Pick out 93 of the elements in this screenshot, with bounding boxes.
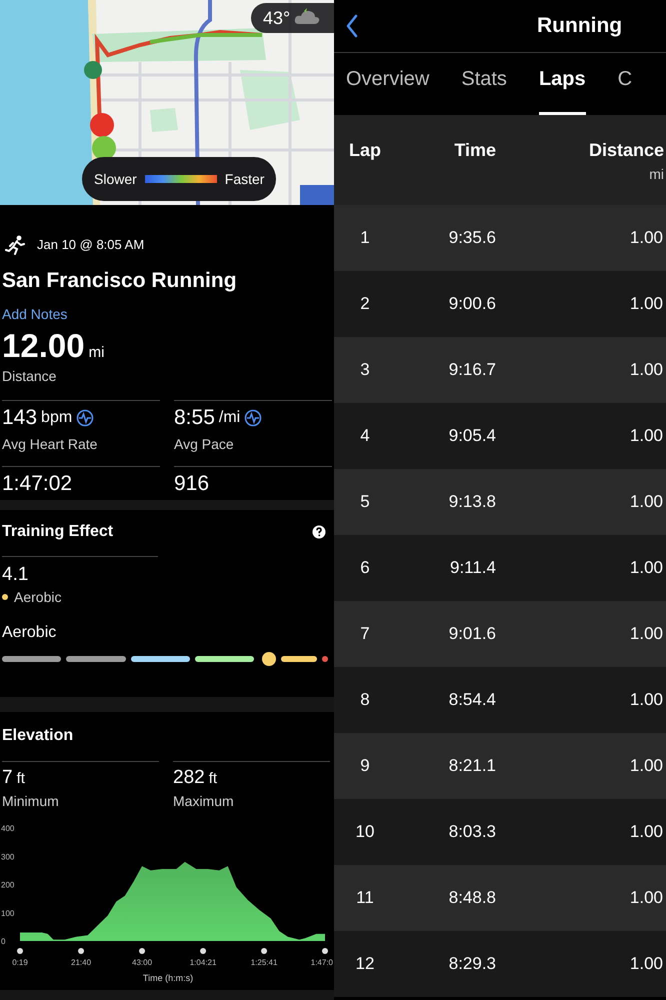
tick-label: 400	[1, 824, 14, 833]
table-cell-text: 10	[354, 821, 376, 844]
activity-date: Jan 10 @ 8:05 AM	[37, 236, 144, 254]
stat-value: 282	[173, 768, 205, 787]
unit-text: ft	[16, 771, 25, 786]
legend-label: Faster	[224, 170, 264, 188]
table-cell-text: 7	[359, 623, 371, 646]
tick-label: 0	[1, 937, 6, 946]
screen-title: Running	[537, 13, 622, 40]
section-title: Training Effect	[2, 522, 114, 542]
table-cell-text: 1.00	[628, 821, 664, 844]
table-cell-text: 8:29.3	[448, 953, 496, 976]
tick-label: 100	[1, 908, 14, 918]
tab[interactable]: C	[618, 64, 632, 115]
stat-label: Minimum	[2, 792, 60, 811]
table-cell-text: 8:48.8	[448, 887, 496, 910]
stat-value: 916	[174, 473, 210, 494]
tick-dot	[139, 948, 146, 954]
tab[interactable]: Stats	[461, 64, 507, 115]
table-cell-text: 1.00	[628, 755, 664, 778]
table-cell-text: 3	[359, 359, 371, 382]
stat-label: Maximum	[173, 792, 235, 811]
tab[interactable]: Overview	[346, 64, 430, 115]
table-cell-text: 8:21.1	[448, 755, 496, 778]
tick-label: 1:47:0	[310, 958, 333, 967]
column-header: Distance	[588, 139, 664, 162]
column-header: Lap	[348, 139, 382, 162]
column-header: Time	[453, 139, 496, 162]
tick-dot	[200, 948, 206, 954]
table-cell-text: 1.00	[628, 359, 664, 382]
effect-value: 4.1	[2, 563, 30, 587]
tick-label: 43:00	[132, 958, 152, 967]
unit-text: /mi	[218, 410, 240, 426]
table-cell-text: 1.00	[628, 887, 664, 910]
axis-title: Time (h:m:s)	[142, 973, 194, 983]
stat-value: 8:55	[174, 407, 215, 428]
table-cell-text: 9:00.6	[448, 293, 496, 316]
tick-label: 21:40	[71, 958, 92, 967]
table-cell-text: 9:35.6	[448, 227, 496, 250]
back-icon[interactable]	[345, 14, 359, 38]
stat-label: Avg Pace	[174, 435, 235, 454]
tick-dot	[78, 948, 84, 954]
table-cell-text: 1.00	[628, 491, 664, 514]
tick-dot	[261, 948, 268, 954]
table-cell-text: 12	[354, 953, 376, 976]
table-cell-text: 9	[359, 755, 371, 778]
tick-label: 200	[1, 880, 14, 890]
table-cell-text: 4	[359, 425, 371, 448]
table-cell-text: 2	[359, 293, 371, 316]
stat-value: 7	[2, 768, 13, 787]
table-cell-text: 1.00	[628, 953, 664, 976]
table-cell-text: 9:11.4	[448, 557, 496, 580]
unit-text: mi	[648, 165, 664, 184]
unit-text: bpm	[41, 410, 72, 426]
table-cell-text: 1.00	[628, 623, 664, 646]
unit-text: mi	[88, 345, 104, 360]
table-cell-text: 11	[355, 887, 375, 910]
tick-label: 1:04:21	[190, 958, 216, 967]
add-notes-link[interactable]: Add Notes	[2, 304, 68, 326]
table-cell-text: 8:03.3	[448, 821, 496, 844]
table-cell-text: 9:16.7	[448, 359, 496, 382]
temperature-text: 43°	[263, 6, 290, 30]
stat-label: Distance	[2, 367, 58, 386]
table-cell-text: 1.00	[628, 227, 664, 250]
stat-value: 1:47:02	[2, 473, 72, 494]
tick-label: 0:19	[12, 958, 28, 967]
legend-label: Slower	[94, 170, 137, 188]
tick-label: 300	[1, 852, 14, 862]
table-cell-text: 8	[359, 689, 371, 712]
stat-label: Avg Heart Rate	[2, 435, 98, 454]
help-icon	[312, 525, 326, 539]
table-cell-text: 9:01.6	[448, 623, 496, 646]
tick-dot	[17, 948, 23, 954]
unit-text: ft	[208, 771, 218, 786]
table-cell-text: 1.00	[628, 557, 664, 580]
table-cell-text: 6	[359, 557, 371, 580]
table-cell-text: 1.00	[628, 293, 664, 316]
stat-value: 143	[2, 407, 38, 428]
tick-label: 1:25:41	[250, 958, 278, 967]
table-cell-text: 5	[359, 491, 371, 514]
tick-dot	[322, 948, 328, 954]
table-cell-text: 1.00	[628, 425, 664, 448]
table-cell-text: 9:05.4	[448, 425, 496, 448]
table-cell-text: 9:13.8	[448, 491, 496, 514]
activity-title: San Francisco Running	[2, 268, 238, 294]
distance-value: 12.00	[2, 329, 85, 362]
runner-icon	[5, 235, 25, 255]
effect-category: Aerobic	[14, 588, 62, 607]
scale-title: Aerobic	[2, 622, 58, 643]
table-cell-text: 1	[359, 227, 371, 250]
table-cell-text: 1.00	[628, 689, 664, 712]
table-cell-text: 8:54.4	[448, 689, 496, 712]
section-title: Elevation	[2, 726, 74, 746]
